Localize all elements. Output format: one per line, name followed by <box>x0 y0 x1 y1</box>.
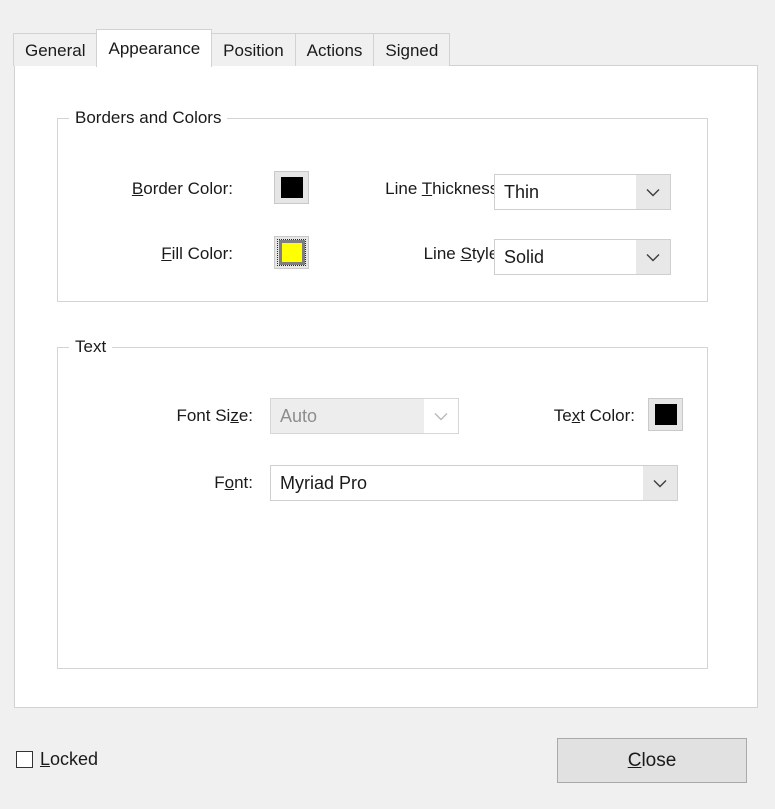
line-thickness-label: Line Thickness: <box>385 179 503 198</box>
border-color-label: Border Color: <box>131 179 233 198</box>
tab-general[interactable]: General <box>13 33 98 66</box>
locked-label: Locked <box>40 749 99 769</box>
close-button-label: Close <box>627 749 677 771</box>
close-button[interactable]: Close <box>557 738 747 783</box>
line-thickness-combobox[interactable]: Thin <box>494 174 671 210</box>
tab-general-label: General <box>25 40 86 60</box>
text-group-title: Text <box>69 337 113 357</box>
text-color-swatch <box>654 404 677 425</box>
tab-signed[interactable]: Signed <box>373 33 451 66</box>
fill-color-swatch-button[interactable] <box>274 236 309 269</box>
tab-position[interactable]: Position <box>211 33 296 66</box>
font-size-label: Font Size: <box>176 406 253 425</box>
line-thickness-value: Thin <box>495 175 636 209</box>
chevron-down-icon[interactable] <box>636 240 670 274</box>
text-color-swatch-button[interactable] <box>648 398 683 431</box>
chevron-down-icon[interactable] <box>636 175 670 209</box>
line-style-label: Line Style: <box>423 244 503 263</box>
tab-appearance-label: Appearance <box>108 38 201 58</box>
fill-color-swatch <box>278 240 305 265</box>
font-size-combobox[interactable]: Auto <box>270 398 459 434</box>
borders-and-colors-group: Borders and Colors Border Color: Line Th… <box>57 108 708 302</box>
locked-checkbox-row[interactable]: Locked <box>16 749 98 770</box>
fill-color-label: Fill Color: <box>161 244 233 263</box>
line-style-value: Solid <box>495 240 636 274</box>
tab-position-label: Position <box>223 40 284 60</box>
tab-appearance[interactable]: Appearance <box>96 29 213 67</box>
tab-signed-label: Signed <box>385 40 439 60</box>
borders-and-colors-group-title: Borders and Colors <box>69 108 228 128</box>
tab-strip: General Appearance Position Actions Sign… <box>13 28 451 67</box>
font-size-value: Auto <box>271 399 424 433</box>
locked-checkbox[interactable] <box>16 751 33 768</box>
text-group: Text Font Size: Auto Text Color: Font: M… <box>57 337 708 669</box>
line-style-combobox[interactable]: Solid <box>494 239 671 275</box>
border-color-swatch-button[interactable] <box>274 171 309 204</box>
chevron-down-icon[interactable] <box>424 399 458 433</box>
text-color-label: Text Color: <box>553 406 635 425</box>
tab-actions-label: Actions <box>306 40 363 60</box>
appearance-tab-panel: Borders and Colors Border Color: Line Th… <box>14 65 758 708</box>
border-color-swatch <box>280 177 303 198</box>
tab-actions[interactable]: Actions <box>294 33 375 66</box>
chevron-down-icon[interactable] <box>643 466 677 500</box>
font-value: Myriad Pro <box>271 466 643 500</box>
font-combobox[interactable]: Myriad Pro <box>270 465 678 501</box>
font-label: Font: <box>214 473 253 492</box>
